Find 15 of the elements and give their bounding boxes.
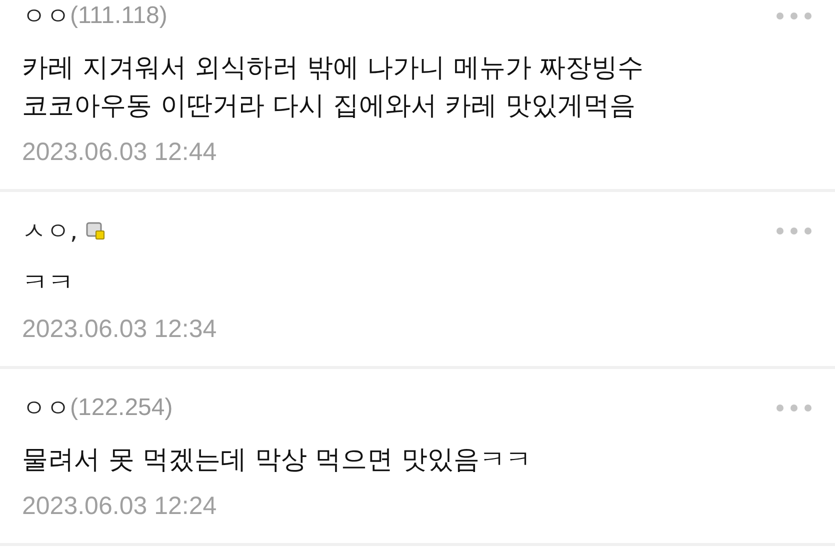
more-icon[interactable] [775, 11, 813, 21]
comment-text: 카레 지겨워서 외식하러 밖에 나가니 메뉴가 짜장빙수 [22, 52, 645, 85]
comment-date: 2023.06.03 12:34 [22, 314, 218, 344]
more-icon[interactable] [775, 226, 813, 236]
author-name: ㅇㅇ [22, 393, 70, 423]
comment-text: 코코아우동 이딴거라 다시 집에와서 카레 맛있게먹음 [22, 90, 636, 123]
ip-address: (122.254) [70, 393, 173, 423]
comment-date: 2023.06.03 12:44 [22, 137, 218, 167]
comment-date: 2023.06.03 12:24 [22, 491, 218, 521]
author-name: ㅅㅇ, [22, 216, 78, 246]
more-icon[interactable] [775, 403, 813, 413]
comment-text: ㅋㅋ [22, 267, 75, 300]
comment-text: 물려서 못 먹겠는데 막상 먹으면 맛있음ㅋㅋ [22, 444, 532, 477]
author-name: ㅇㅇ [22, 1, 70, 31]
ip-address: (111.118) [70, 1, 168, 31]
